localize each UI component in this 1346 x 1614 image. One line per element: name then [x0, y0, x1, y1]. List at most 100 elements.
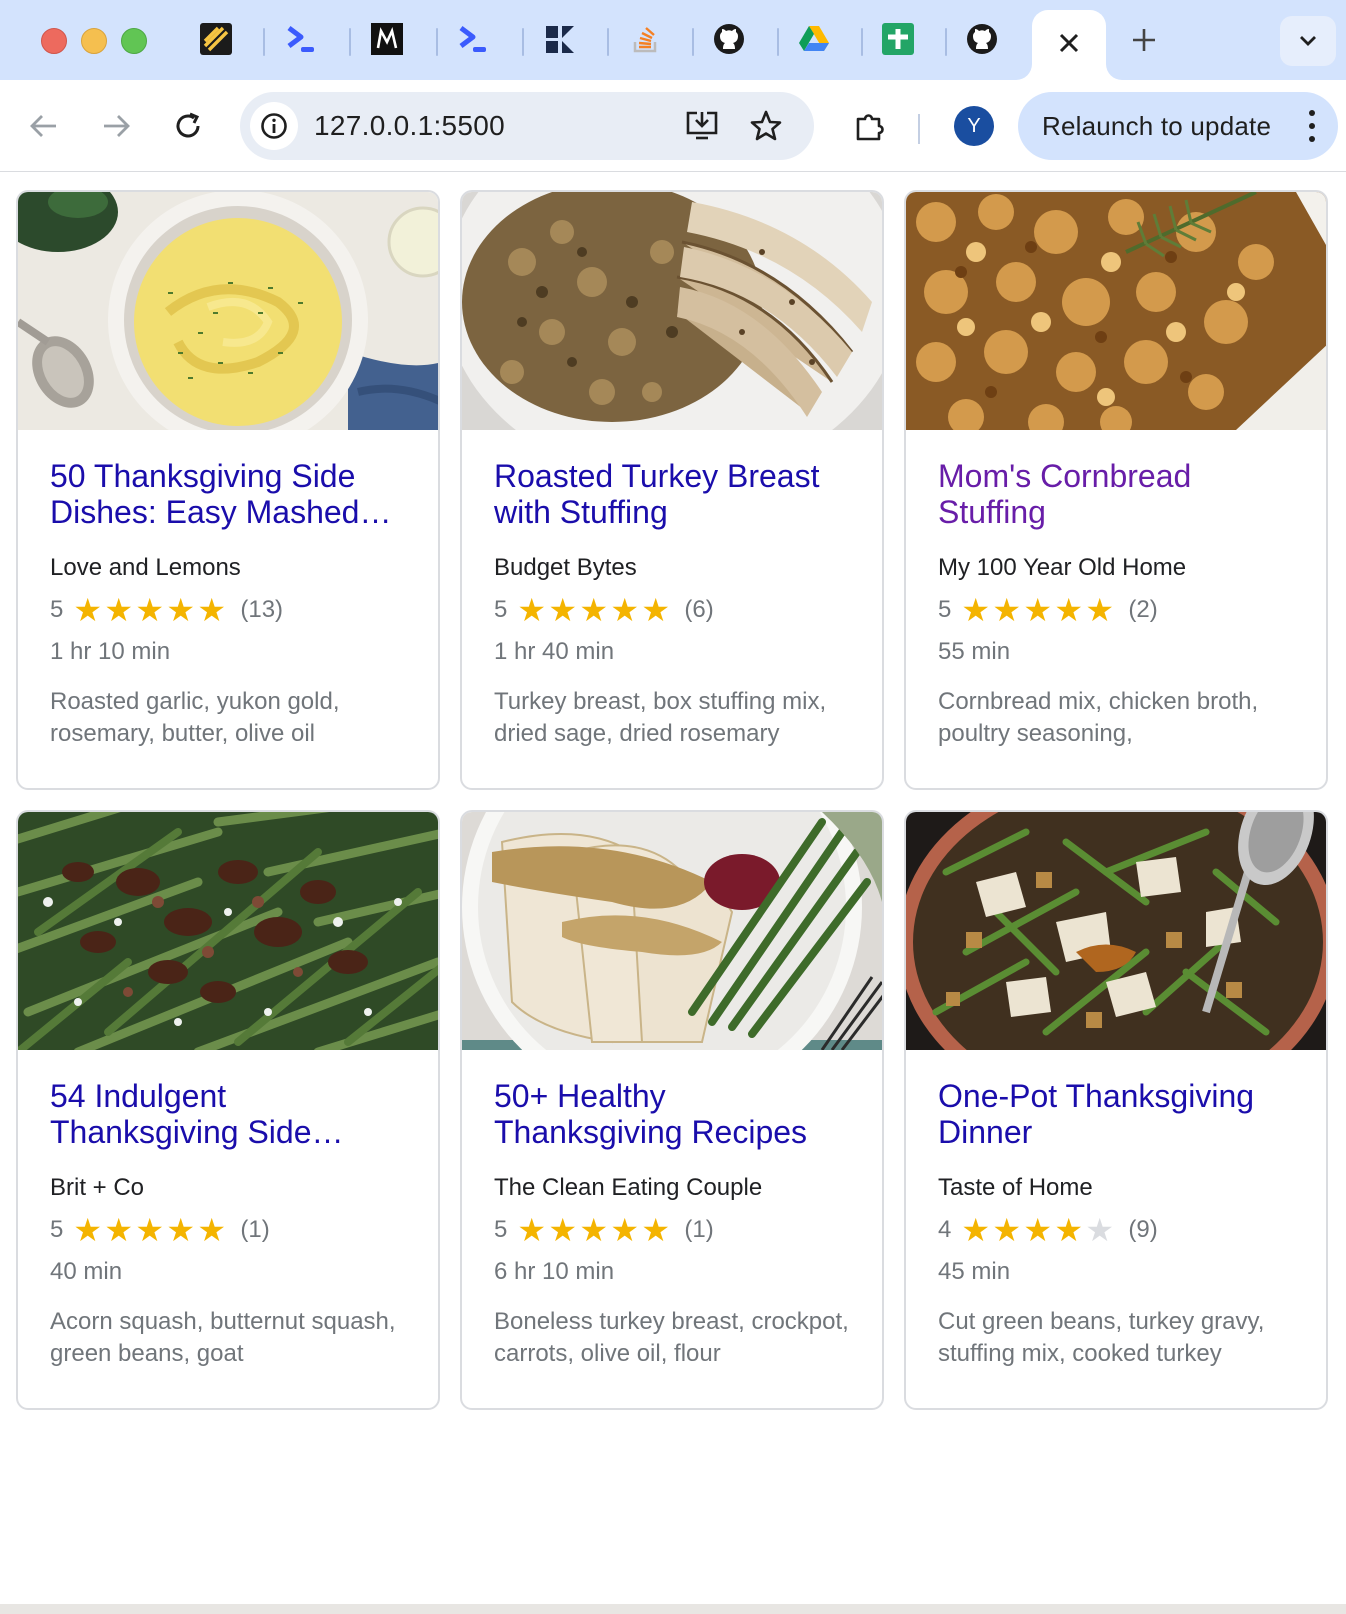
review-count: (1)	[684, 1216, 714, 1243]
install-app-button[interactable]	[682, 106, 722, 146]
github-icon	[712, 22, 746, 61]
close-tab-button[interactable]	[1058, 32, 1080, 59]
more-menu-icon[interactable]	[1308, 110, 1316, 142]
star-filled-icon: ★	[197, 1212, 227, 1248]
star-filled-icon: ★	[517, 592, 547, 628]
recipe-source: Budget Bytes	[494, 554, 637, 581]
github-icon	[965, 22, 999, 61]
rating-value: 4	[938, 1216, 952, 1243]
star-filled-icon: ★	[135, 1212, 165, 1248]
tab-8[interactable]	[797, 24, 831, 58]
recipe-grid: 50 Thanksgiving Side Dishes: Easy Mashed…	[16, 190, 1328, 1410]
tab-separator	[522, 28, 524, 56]
tab-9[interactable]	[881, 22, 915, 61]
new-tab-button[interactable]	[1126, 22, 1162, 58]
star-filled-icon: ★	[641, 592, 671, 628]
star-filled-icon: ★	[517, 1212, 547, 1248]
recipe-image-healthy-turkey[interactable]	[462, 812, 882, 1050]
recipe-title-link[interactable]: Roasted Turkey Breast with Stuffing	[494, 458, 850, 532]
relaunch-label: Relaunch to update	[1042, 110, 1272, 141]
recipe-source: The Clean Eating Couple	[494, 1174, 763, 1201]
rating-row: 5 ★ ★ ★ ★ ★ (1)	[50, 1212, 406, 1248]
tab-10[interactable]	[965, 22, 999, 61]
star-filled-icon: ★	[961, 592, 991, 628]
puzzle-piece-icon	[856, 114, 884, 141]
url-text[interactable]: 127.0.0.1:5500	[314, 110, 505, 142]
star-filled-icon: ★	[992, 592, 1022, 628]
star-filled-icon: ★	[610, 592, 640, 628]
recipe-image-cornbread-stuffing[interactable]	[906, 192, 1326, 430]
tab-6[interactable]	[628, 24, 662, 58]
browser-toolbar: 127.0.0.1:5500 Y Relaunch to update	[0, 80, 1346, 172]
tab-separator	[349, 28, 351, 56]
recipe-card[interactable]: 54 Indulgent Thanksgiving Side Dishes Br…	[16, 810, 440, 1410]
recipe-image-turkey-stuffing[interactable]	[462, 192, 882, 430]
recipe-title-link[interactable]: 50 Thanksgiving Side Dishes: Easy Mashed…	[50, 458, 406, 532]
recipe-title-link[interactable]: 54 Indulgent Thanksgiving Side Dishes	[50, 1078, 406, 1152]
cook-time: 6 hr 10 min	[494, 1258, 615, 1285]
chevron-down-icon	[1300, 36, 1316, 46]
reload-button[interactable]	[164, 102, 212, 150]
recipe-card[interactable]: One-Pot Thanksgiving Dinner Taste of Hom…	[904, 810, 1328, 1410]
recipe-title-link[interactable]: One-Pot Thanksgiving Dinner	[938, 1078, 1294, 1152]
google-drive-icon	[797, 22, 831, 61]
tab-2[interactable]	[284, 24, 318, 58]
star-filled-icon: ★	[548, 1212, 578, 1248]
star-filled-icon: ★	[1085, 592, 1115, 628]
window-bottom-edge	[0, 1604, 1346, 1614]
star-empty-icon: ★	[1085, 1212, 1115, 1248]
recipe-source: Taste of Home	[938, 1174, 1093, 1201]
ingredients: Roasted garlic, yukon gold, rosemary, bu…	[50, 688, 340, 747]
star-filled-icon: ★	[166, 1212, 196, 1248]
cook-time: 45 min	[938, 1258, 1011, 1285]
recipe-source: Love and Lemons	[50, 554, 241, 581]
sheets-plus-icon	[881, 22, 915, 61]
relaunch-button[interactable]: Relaunch to update	[1018, 92, 1338, 160]
tab-separator	[263, 28, 265, 56]
bookmark-star-button[interactable]	[746, 106, 786, 146]
tab-search-button[interactable]	[1280, 16, 1336, 66]
review-count: (13)	[240, 596, 284, 623]
recipe-title-link[interactable]: 50+ Healthy Thanksgiving Recipes	[494, 1078, 850, 1152]
star-filled-icon: ★	[135, 592, 165, 628]
forward-button[interactable]	[92, 102, 140, 150]
extensions-button[interactable]	[846, 102, 894, 150]
star-filled-icon: ★	[197, 592, 227, 628]
star-filled-icon: ★	[73, 1212, 103, 1248]
star-rating: ★ ★ ★ ★ ★	[517, 592, 672, 628]
maximize-window-button[interactable]	[121, 28, 147, 54]
ingredients: Turkey breast, box stuffing mix, dried s…	[494, 688, 827, 747]
info-icon	[261, 113, 287, 139]
recipe-image-one-pot-dinner[interactable]	[906, 812, 1326, 1050]
site-info-button[interactable]	[250, 102, 298, 150]
rating-row: 5 ★ ★ ★ ★ ★ (1)	[494, 1212, 850, 1248]
tab-separator	[777, 28, 779, 56]
recipe-image-mashed-potatoes[interactable]	[18, 192, 438, 430]
recipe-card[interactable]: Mom's Cornbread Stuffing My 100 Year Old…	[904, 190, 1328, 790]
tab-3[interactable]	[370, 22, 404, 58]
linear-stripes-icon	[199, 22, 233, 61]
tab-7[interactable]	[712, 22, 746, 61]
recipe-image-green-beans[interactable]	[18, 812, 438, 1050]
rating-value: 5	[494, 1216, 508, 1243]
minimize-window-button[interactable]	[81, 28, 107, 54]
tab-4[interactable]	[456, 24, 490, 58]
recipe-card[interactable]: 50+ Healthy Thanksgiving Recipes The Cle…	[460, 810, 884, 1410]
review-count: (9)	[1128, 1216, 1158, 1243]
tab-separator	[945, 28, 947, 56]
star-filled-icon: ★	[1054, 592, 1084, 628]
active-tab[interactable]	[1032, 10, 1106, 80]
cook-time: 55 min	[938, 638, 1011, 665]
tab-5[interactable]	[543, 24, 577, 58]
close-window-button[interactable]	[41, 28, 67, 54]
address-bar[interactable]: 127.0.0.1:5500	[240, 92, 814, 160]
recipe-card[interactable]: Roasted Turkey Breast with Stuffing Budg…	[460, 190, 884, 790]
tab-1[interactable]	[199, 22, 233, 61]
profile-avatar[interactable]: Y	[954, 106, 994, 146]
rating-value: 5	[50, 1216, 64, 1243]
recipe-title-link[interactable]: Mom's Cornbread Stuffing	[938, 458, 1294, 532]
back-arrow-icon	[30, 115, 56, 137]
back-button[interactable]	[20, 102, 68, 150]
recipe-card[interactable]: 50 Thanksgiving Side Dishes: Easy Mashed…	[16, 190, 440, 790]
cook-time: 1 hr 40 min	[494, 638, 615, 665]
